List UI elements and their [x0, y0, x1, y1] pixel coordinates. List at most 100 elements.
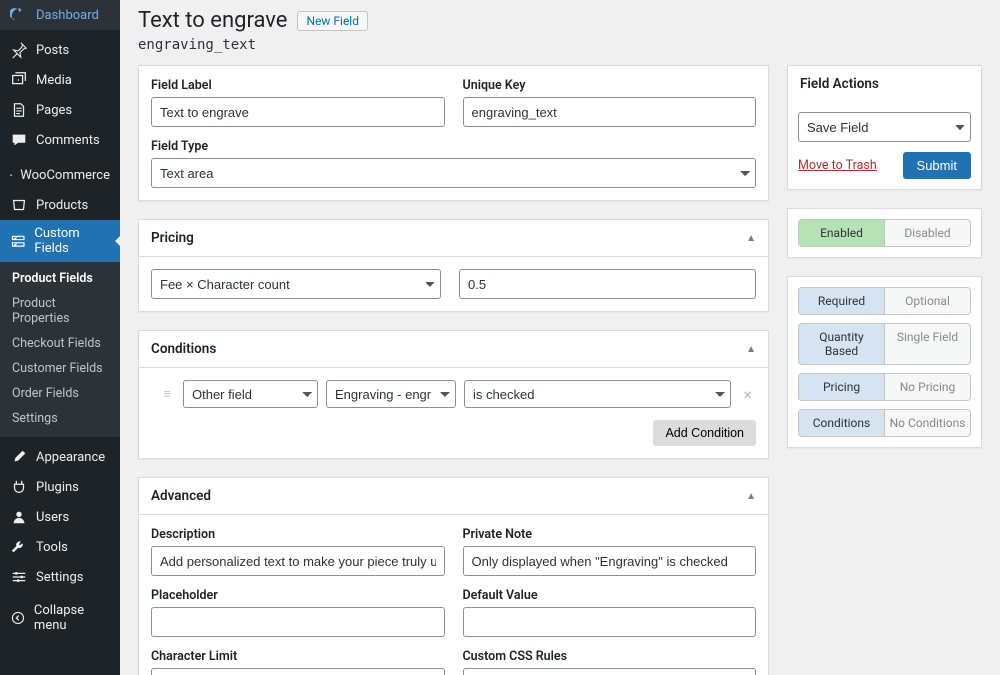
sidebar-label: Collapse menu	[34, 603, 110, 633]
sidebar-item-appearance[interactable]: Appearance	[0, 442, 120, 472]
sidebar-sub-customer-fields[interactable]: Customer Fields	[0, 356, 120, 381]
field-actions-title: Field Actions	[800, 76, 879, 92]
sidebar-label: Media	[36, 73, 72, 88]
sidebar-item-comments[interactable]: Comments	[0, 125, 120, 155]
placeholder-input[interactable]	[151, 607, 445, 637]
placeholder-label: Placeholder	[151, 588, 445, 603]
enabled-toggle[interactable]: Enabled Disabled	[798, 219, 971, 247]
sidebar-item-plugins[interactable]: Plugins	[0, 472, 120, 502]
sidebar-label: Settings	[36, 570, 83, 585]
sidebar-item-custom-fields[interactable]: Custom Fields	[0, 220, 120, 262]
move-to-trash-link[interactable]: Move to Trash	[798, 158, 877, 173]
sidebar-item-users[interactable]: Users	[0, 502, 120, 532]
pricing-method-select[interactable]: Fee × Character count	[151, 269, 441, 299]
field-label-input[interactable]	[151, 97, 445, 127]
save-field-select[interactable]: Save Field	[798, 112, 971, 142]
required-option[interactable]: Required	[799, 288, 885, 314]
pricing-amount-input[interactable]	[459, 269, 756, 299]
pricing-toggle[interactable]: Pricing No Pricing	[798, 373, 971, 401]
required-toggle[interactable]: Required Optional	[798, 287, 971, 315]
user-icon	[10, 508, 28, 526]
add-condition-button[interactable]: Add Condition	[653, 420, 756, 446]
wrench-icon	[10, 538, 28, 556]
sidebar-label: Pages	[36, 103, 72, 118]
optional-option[interactable]: Optional	[885, 288, 970, 314]
sidebar-label: Posts	[36, 43, 69, 58]
sidebar-item-posts[interactable]: Posts	[0, 35, 120, 65]
field-type-select[interactable]: Text area	[151, 158, 756, 188]
enabled-toggle-box: Enabled Disabled	[787, 208, 982, 258]
quantity-based-option[interactable]: Quantity Based	[799, 324, 885, 364]
sidebar-item-pages[interactable]: Pages	[0, 95, 120, 125]
collapse-icon	[10, 609, 26, 627]
brush-icon	[10, 448, 28, 466]
sidebar-sub-checkout-fields[interactable]: Checkout Fields	[0, 331, 120, 356]
pricing-box: Pricing ▲ Fee × Character count	[138, 219, 769, 312]
char-limit-label: Character Limit	[151, 649, 445, 664]
condition-target-select[interactable]: Engraving - engraving	[326, 380, 456, 408]
sidebar-sub-product-fields[interactable]: Product Fields	[0, 266, 120, 291]
sidebar-label: Dashboard	[36, 8, 99, 23]
private-note-label: Private Note	[463, 527, 757, 542]
sidebar-sub-product-properties[interactable]: Product Properties	[0, 291, 120, 331]
fields-icon	[10, 232, 26, 250]
sidebar-label: Products	[36, 198, 88, 213]
pin-icon	[10, 41, 28, 59]
no-pricing-option[interactable]: No Pricing	[885, 374, 970, 400]
sidebar-item-products[interactable]: Products	[0, 190, 120, 220]
collapse-icon[interactable]: ▲	[746, 344, 756, 355]
sidebar-item-collapse[interactable]: Collapse menu	[0, 597, 120, 639]
enabled-option[interactable]: Enabled	[799, 220, 885, 246]
plug-icon	[10, 478, 28, 496]
remove-condition-icon[interactable]: ×	[739, 385, 756, 404]
gauge-icon	[10, 6, 28, 24]
description-input[interactable]	[151, 546, 445, 576]
conditions-toggle[interactable]: Conditions No Conditions	[798, 409, 971, 437]
conditions-option[interactable]: Conditions	[799, 410, 885, 436]
unique-key-label: Unique Key	[463, 78, 757, 93]
default-value-input[interactable]	[463, 607, 757, 637]
sidebar-label: Tools	[36, 540, 68, 555]
description-label: Description	[151, 527, 445, 542]
sidebar-item-dashboard[interactable]: Dashboard	[0, 0, 120, 30]
media-icon	[10, 71, 28, 89]
sidebar-item-woocommerce[interactable]: WooCommerce	[0, 160, 120, 190]
sidebar-sub-settings[interactable]: Settings	[0, 406, 120, 431]
sidebar-submenu: Product Fields Product Properties Checko…	[0, 262, 120, 437]
no-conditions-option[interactable]: No Conditions	[885, 410, 970, 436]
single-field-option[interactable]: Single Field	[885, 324, 970, 364]
sidebar-item-tools[interactable]: Tools	[0, 532, 120, 562]
unique-key-input[interactable]	[463, 97, 757, 127]
drag-handle-icon[interactable]: ≡	[159, 386, 175, 402]
default-value-label: Default Value	[463, 588, 757, 603]
sidebar-sub-order-fields[interactable]: Order Fields	[0, 381, 120, 406]
woo-icon	[10, 166, 12, 184]
sidebar-label: Comments	[36, 133, 100, 148]
product-icon	[10, 196, 28, 214]
sidebar-item-settings[interactable]: Settings	[0, 562, 120, 592]
general-box: Field Label Unique Key Field Type	[138, 65, 769, 201]
collapse-icon[interactable]: ▲	[746, 491, 756, 502]
conditions-box: Conditions ▲ ≡ Other field Engraving - e…	[138, 330, 769, 459]
sidebar-item-media[interactable]: Media	[0, 65, 120, 95]
char-limit-input[interactable]	[151, 668, 445, 675]
new-field-button[interactable]: New Field	[297, 11, 368, 31]
collapse-icon[interactable]: ▲	[746, 233, 756, 244]
pricing-option[interactable]: Pricing	[799, 374, 885, 400]
disabled-option[interactable]: Disabled	[885, 220, 970, 246]
comment-icon	[10, 131, 28, 149]
pricing-title: Pricing	[151, 230, 194, 246]
sidebar-label: WooCommerce	[20, 168, 110, 183]
advanced-box: Advanced ▲ Description Private Note	[138, 477, 769, 675]
admin-sidebar: Dashboard Posts Media Pages Comments Woo…	[0, 0, 120, 675]
main-content: Text to engrave New Field engraving_text…	[120, 0, 1000, 675]
submit-button[interactable]: Submit	[903, 152, 971, 179]
field-type-label: Field Type	[151, 139, 756, 154]
quantity-toggle[interactable]: Quantity Based Single Field	[798, 323, 971, 365]
css-rules-input[interactable]	[463, 668, 757, 675]
condition-type-select[interactable]: Other field	[183, 380, 318, 408]
sidebar-label: Users	[36, 510, 69, 525]
private-note-input[interactable]	[463, 546, 757, 576]
css-rules-label: Custom CSS Rules	[463, 649, 757, 664]
condition-check-select[interactable]: is checked	[464, 380, 731, 408]
